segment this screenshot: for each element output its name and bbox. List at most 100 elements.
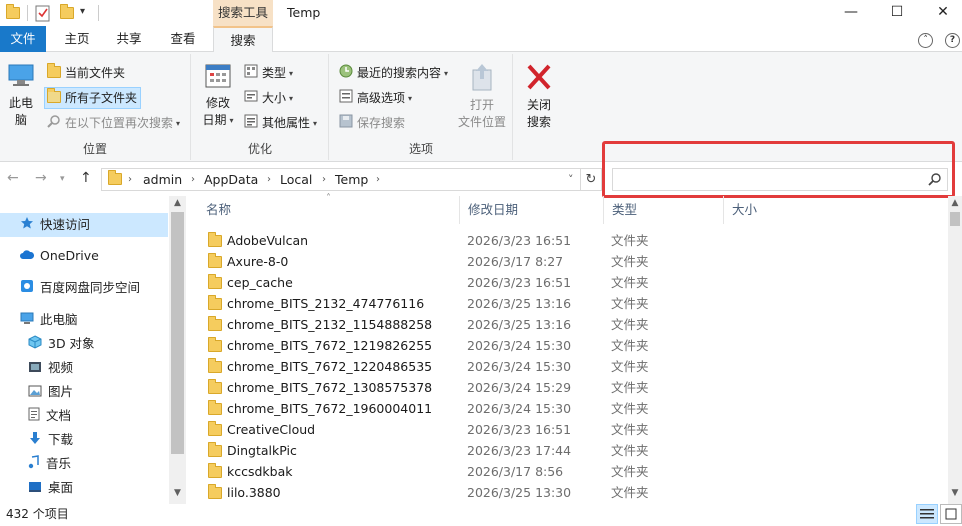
scroll-up-icon[interactable]: ▲	[948, 198, 962, 208]
nav-item-videos[interactable]: 视频	[0, 356, 168, 380]
nav-item-this-pc[interactable]: 此电脑	[0, 308, 168, 332]
file-name: chrome_BITS_7672_1960004011	[208, 398, 432, 419]
open-file-location-button[interactable]: 打开 文件位置	[452, 62, 512, 131]
calendar-icon	[205, 64, 231, 88]
nav-item-desktop[interactable]: 桌面	[0, 476, 168, 500]
refresh-button[interactable]: ↻	[581, 168, 602, 191]
nav-item-downloads[interactable]: 下载	[0, 428, 168, 452]
scroll-up-icon[interactable]: ▲	[169, 198, 186, 208]
recent-searches-button[interactable]: 最近的搜索内容 ▾	[337, 62, 448, 84]
size-label: 大小	[262, 91, 287, 105]
nav-item-music[interactable]: 音乐	[0, 452, 168, 476]
nav-item-quick-access[interactable]: 快速访问	[0, 213, 168, 237]
file-row[interactable]: CreativeCloud 2026/3/23 16:51 文件夹	[198, 419, 938, 440]
this-pc-button[interactable]: 此电 脑	[4, 60, 38, 129]
size-button[interactable]: 大小 ▾	[242, 87, 293, 109]
scrollbar-thumb[interactable]	[950, 212, 960, 226]
tab-share[interactable]: 共享	[108, 26, 150, 52]
customize-toolbar-icon[interactable]: ▾	[80, 6, 85, 24]
back-arrow-icon[interactable]: ←	[7, 170, 19, 186]
minimize-ribbon-icon[interactable]: ˄	[918, 33, 934, 48]
open-location-icon	[472, 64, 492, 91]
file-row[interactable]: chrome_BITS_7672_1219826255 2026/3/24 15:…	[198, 335, 938, 356]
file-row[interactable]: chrome_BITS_2132_1154888258 2026/3/25 13:…	[198, 314, 938, 335]
file-row[interactable]: chrome_BITS_7672_1960004011 2026/3/24 15:…	[198, 398, 938, 419]
kind-button[interactable]: 类型 ▾	[242, 62, 293, 84]
close-search-label-1: 关闭	[526, 98, 551, 112]
folder-icon	[208, 231, 222, 247]
breadcrumb-appdata[interactable]: AppData	[204, 169, 258, 190]
file-row[interactable]: chrome_BITS_7672_1308575378 2026/3/24 15:…	[198, 377, 938, 398]
size-icon	[244, 88, 258, 110]
file-list-scrollbar[interactable]: ▲ ▼	[948, 196, 962, 504]
file-row[interactable]: chrome_BITS_7672_1220486535 2026/3/24 15:…	[198, 356, 938, 377]
advanced-options-button[interactable]: 高级选项 ▾	[337, 87, 412, 109]
breadcrumb-separator-icon[interactable]: ›	[376, 169, 380, 190]
breadcrumb-separator-icon[interactable]: ›	[322, 169, 326, 190]
file-name-label: chrome_BITS_7672_1220486535	[227, 359, 433, 374]
close-window-button[interactable]: ✕	[920, 0, 962, 26]
minimize-button[interactable]: —	[828, 0, 874, 26]
up-arrow-icon[interactable]: ↑	[80, 170, 92, 186]
file-row[interactable]: cep_cache 2026/3/23 16:51 文件夹	[198, 272, 938, 293]
large-icons-view-button[interactable]	[940, 504, 962, 524]
nav-item-documents[interactable]: 文档	[0, 404, 168, 428]
date-modified-button[interactable]: 修改 日期 ▾	[198, 62, 238, 129]
file-date: 2026/3/24 15:30	[467, 359, 572, 374]
file-row[interactable]: Axure-8-0 2026/3/17 8:27 文件夹	[198, 251, 938, 272]
this-pc-label-1: 此电	[8, 96, 33, 110]
nav-label: 图片	[48, 384, 74, 399]
folder-icon	[208, 483, 222, 499]
file-row[interactable]: chrome_BITS_2132_474776116 2026/3/25 13:1…	[198, 293, 938, 314]
scroll-down-icon[interactable]: ▼	[948, 488, 962, 498]
address-bar[interactable]: › admin › AppData › Local › Temp › ˅	[101, 168, 581, 191]
file-row[interactable]: kccsdkbak 2026/3/17 8:56 文件夹	[198, 461, 938, 482]
address-history-chevron-icon[interactable]: ˅	[568, 169, 574, 190]
column-header-name[interactable]: 名称	[198, 196, 460, 224]
nav-item-pictures[interactable]: 图片	[0, 380, 168, 404]
file-row[interactable]: DingtalkPic 2026/3/23 17:44 文件夹	[198, 440, 938, 461]
current-folder-button[interactable]: 当前文件夹	[45, 62, 125, 84]
help-icon[interactable]: ?	[945, 33, 960, 48]
tab-file[interactable]: 文件	[0, 26, 46, 52]
video-icon	[28, 357, 42, 381]
properties-icon[interactable]	[35, 4, 51, 22]
file-row[interactable]: AdobeVulcan 2026/3/23 16:51 文件夹	[198, 230, 938, 251]
column-header-size[interactable]: 大小	[724, 196, 804, 224]
save-search-button[interactable]: 保存搜索	[337, 112, 405, 134]
column-header-type[interactable]: 类型	[604, 196, 724, 224]
ribbon-tabs: 文件 主页 共享 查看 搜索 ˄ ?	[0, 26, 962, 53]
breadcrumb-separator-icon[interactable]: ›	[267, 169, 271, 190]
scroll-down-icon[interactable]: ▼	[169, 488, 186, 498]
scrollbar-thumb[interactable]	[171, 212, 184, 454]
properties-icon	[244, 113, 258, 135]
file-name-label: AdobeVulcan	[227, 233, 309, 248]
maximize-button[interactable]: ☐	[874, 0, 920, 26]
forward-arrow-icon[interactable]: →	[35, 170, 47, 186]
breadcrumb-separator-icon[interactable]: ›	[191, 169, 195, 190]
details-view-button[interactable]	[916, 504, 938, 524]
all-subfolders-label: 所有子文件夹	[65, 91, 138, 105]
tab-home[interactable]: 主页	[56, 26, 98, 52]
file-row[interactable]: lilo.3880 2026/3/25 13:30 文件夹	[198, 482, 938, 503]
folder-icon	[208, 252, 222, 268]
close-search-button[interactable]: 关闭 搜索	[520, 62, 558, 131]
nav-item-baidu-sync[interactable]: 百度网盘同步空间	[0, 276, 168, 300]
file-date: 2026/3/24 15:30	[467, 401, 572, 416]
recent-locations-icon[interactable]: ▾	[60, 174, 65, 184]
breadcrumb-admin[interactable]: admin	[143, 169, 182, 190]
search-again-in-button[interactable]: 在以下位置再次搜索 ▾	[45, 112, 180, 134]
column-header-date-modified[interactable]: 修改日期	[460, 196, 604, 224]
all-subfolders-button[interactable]: 所有子文件夹	[44, 87, 142, 109]
nav-item-onedrive[interactable]: OneDrive	[0, 244, 168, 268]
breadcrumb-separator-icon[interactable]: ›	[128, 169, 132, 190]
breadcrumb-local[interactable]: Local	[280, 169, 312, 190]
tab-view[interactable]: 查看	[162, 26, 204, 52]
tab-search[interactable]: 搜索	[213, 26, 273, 53]
file-name: chrome_BITS_7672_1220486535	[208, 356, 432, 377]
navpane-scrollbar[interactable]: ▲ ▼	[169, 196, 186, 504]
new-folder-icon[interactable]	[60, 4, 74, 25]
other-properties-button[interactable]: 其他属性 ▾	[242, 112, 317, 134]
nav-item-3d-objects[interactable]: 3D 对象	[0, 332, 168, 356]
breadcrumb-temp[interactable]: Temp	[335, 169, 368, 190]
